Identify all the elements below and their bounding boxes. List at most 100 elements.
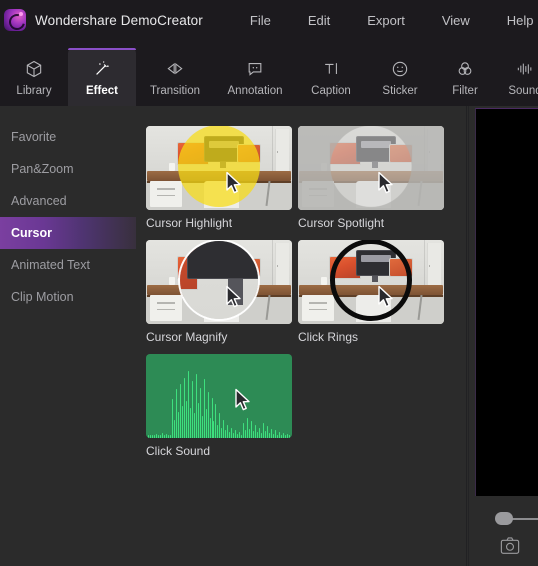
waveform-bar [259,427,261,438]
waveform-bar [237,433,239,438]
tab-filter[interactable]: Filter [434,48,496,106]
bowtie-icon [164,58,186,80]
sidebar-item-cursor[interactable]: Cursor [0,217,136,249]
effect-label: Cursor Highlight [146,216,233,230]
effect-card-cursor-highlight[interactable]: Cursor Highlight [146,126,292,230]
cursor-pointer-icon [225,285,243,309]
waveform-bar [163,434,165,438]
waveform-bar [284,435,286,438]
effect-card-click-sound[interactable]: Click Sound [146,354,292,458]
waveform-bar [288,435,290,438]
waveform-bar [265,431,267,438]
magnifier-overlay [178,240,260,322]
menu-item-view[interactable]: View [442,9,470,32]
waveform-bar [273,433,274,438]
democreator-window: Wondershare DemoCreator File Edit Export… [0,0,538,566]
effect-label: Click Rings [298,330,359,344]
waveform-bar [271,428,273,438]
app-title: Wondershare DemoCreator [35,12,203,28]
waveform-bar [207,391,209,438]
tab-sound[interactable]: Sound [496,48,538,106]
waveform-bar [286,433,288,438]
effect-label: Cursor Spotlight [298,216,385,230]
effect-thumbnail[interactable] [146,126,292,210]
magnified-scene [180,241,258,320]
tab-transition[interactable]: Transition [136,48,214,106]
waveform-bar [275,430,276,438]
waveform-bar [276,434,278,438]
tab-sticker[interactable]: Sticker [366,48,434,106]
waveform-bar [241,434,243,438]
effect-card-click-rings[interactable]: Click Rings [298,240,444,344]
sidebar-item-favorite[interactable]: Favorite [0,121,136,153]
tab-sound-label: Sound [508,84,538,97]
waveform-bar [203,379,205,438]
speech-bubble-icon [244,58,266,80]
preview-controls [469,500,538,566]
spotlight-overlay [298,126,444,210]
tab-library-label: Library [16,84,52,97]
main-body: Favorite Pan&Zoom Advanced Cursor Animat… [0,106,538,566]
tab-effect[interactable]: Effect [68,48,136,106]
waveform-bar [239,432,241,438]
waveform-bar [205,409,207,438]
waveform-bar [231,427,233,438]
preview-stage[interactable] [475,108,538,496]
three-circles-icon [454,58,476,80]
tab-library[interactable]: Library [0,48,68,106]
sidebar-item-advanced[interactable]: Advanced [0,185,136,217]
menu-item-edit[interactable]: Edit [308,9,330,32]
camera-snapshot-icon[interactable] [499,536,521,555]
waveform-bars [146,354,292,438]
tab-sticker-label: Sticker [382,84,418,97]
effect-grid: Cursor Highlight Cursor Spotlight Cursor… [146,126,458,458]
sidebar-item-clip-motion[interactable]: Clip Motion [0,281,136,313]
waveform-bar [245,430,247,438]
tab-annotation[interactable]: Annotation [214,48,296,106]
waveform-bar [165,433,167,438]
preview-panel [468,106,538,566]
cursor-pointer-icon [234,388,252,412]
sidebar-item-animated-text[interactable]: Animated Text [0,249,136,281]
waveform-bar [185,401,187,438]
waveform-bar [255,425,257,438]
waveform-bar [278,432,280,438]
waveform-bar [179,384,181,438]
smiley-icon [389,58,411,80]
waveform-bar [249,428,251,438]
effect-thumbnail[interactable] [146,354,292,438]
effect-label: Cursor Magnify [146,330,228,344]
waveform-bar [195,374,197,438]
effect-thumbnail[interactable] [298,240,444,324]
menu-item-help[interactable]: Help [507,9,534,32]
effect-thumbnail[interactable] [298,126,444,210]
slider-knob[interactable] [495,512,513,525]
waveform-bar [187,370,189,438]
effect-grid-panel: Cursor Highlight Cursor Spotlight Cursor… [136,106,468,566]
waveform-bar [193,412,195,438]
waveform-bar [201,416,203,438]
waveform-bar [215,404,217,438]
tab-transition-label: Transition [149,84,201,97]
effect-card-cursor-magnify[interactable]: Cursor Magnify [146,240,292,344]
waveform-bar [243,422,245,438]
sidebar-item-panzoom[interactable]: Pan&Zoom [0,153,136,185]
tab-caption-label: Caption [311,84,351,97]
tab-effect-label: Effect [86,84,118,97]
effect-card-cursor-spotlight[interactable]: Cursor Spotlight [298,126,444,230]
waveform-bar [149,435,151,438]
cursor-pointer-icon [377,285,395,309]
waveform-bar [257,432,259,438]
preview-slider[interactable] [495,512,538,526]
effect-thumbnail[interactable] [146,240,292,324]
menu-item-export[interactable]: Export [367,9,405,32]
tab-caption[interactable]: Caption [296,48,366,106]
feature-tab-bar: Library Effect Transition Annotation Cap… [0,42,538,106]
waveform-bar [173,419,175,438]
waveform-bar [199,387,201,438]
waveform-bar [181,406,183,438]
menu-item-file[interactable]: File [250,9,271,32]
waveform-bar [183,377,185,438]
waveform-bar [211,397,213,438]
waveform-bar [155,433,157,438]
